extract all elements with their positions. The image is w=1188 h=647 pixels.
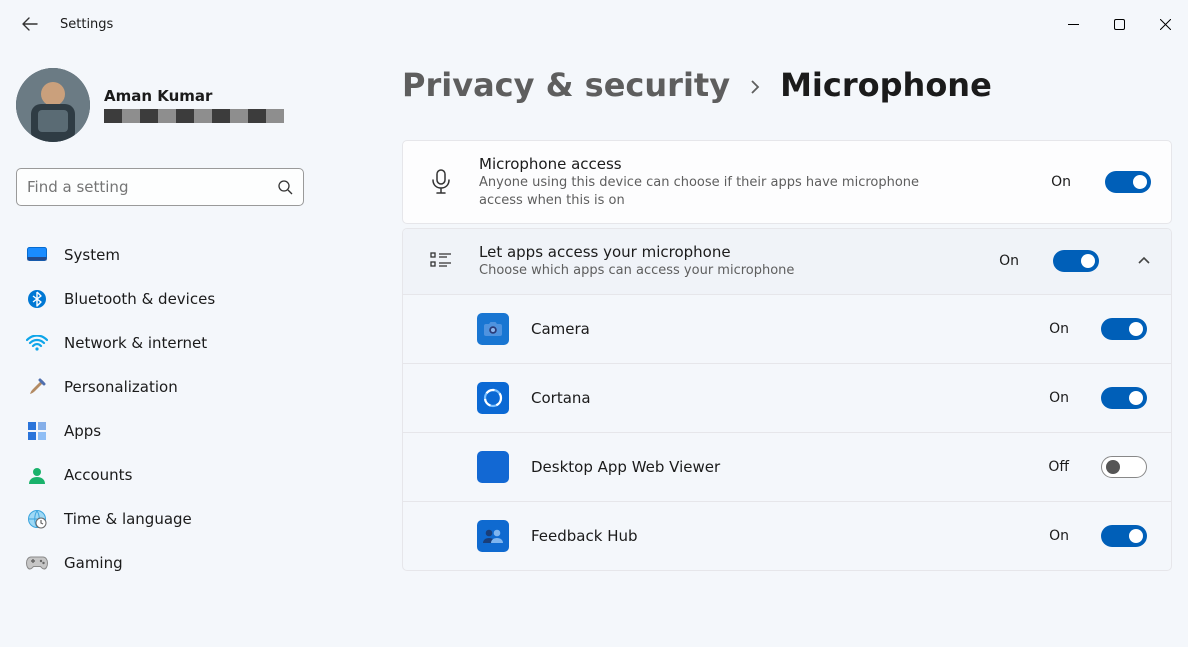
setting-title: Let apps access your microphone <box>479 243 975 261</box>
search-icon <box>277 179 293 195</box>
cortana-app-icon <box>477 382 509 414</box>
avatar <box>16 68 90 142</box>
sidebar-item-label: Network & internet <box>64 334 207 352</box>
chevron-up-icon <box>1137 252 1151 271</box>
toggle-state-label: On <box>1049 321 1069 337</box>
breadcrumb-parent[interactable]: Privacy & security <box>402 66 730 104</box>
feedback-hub-app-icon <box>477 520 509 552</box>
sidebar-item-label: System <box>64 246 120 264</box>
chevron-right-icon <box>748 75 762 99</box>
sidebar: Aman Kumar System Bluetooth & devices Ne… <box>0 48 320 647</box>
sidebar-item-label: Bluetooth & devices <box>64 290 215 308</box>
window-controls <box>1050 8 1188 40</box>
search-input[interactable] <box>27 178 277 196</box>
close-button[interactable] <box>1142 8 1188 40</box>
sidebar-item-label: Gaming <box>64 554 123 572</box>
user-email-obscured <box>104 109 284 123</box>
app-name: Camera <box>531 320 1027 338</box>
app-toggle-desktop-web-viewer[interactable] <box>1101 456 1147 478</box>
toggle-state-label: On <box>1049 390 1069 406</box>
setting-microphone-access: Microphone access Anyone using this devi… <box>402 140 1172 224</box>
sidebar-item-personalization[interactable]: Personalization <box>16 366 304 408</box>
account-profile[interactable]: Aman Kumar <box>16 68 304 142</box>
web-viewer-app-icon <box>477 451 509 483</box>
sidebar-item-label: Time & language <box>64 510 192 528</box>
app-toggle-cortana[interactable] <box>1101 387 1147 409</box>
toggle-state-label: Off <box>1048 459 1069 475</box>
clock-globe-icon <box>26 508 48 530</box>
paintbrush-icon <box>26 376 48 398</box>
sidebar-item-label: Personalization <box>64 378 178 396</box>
nav: System Bluetooth & devices Network & int… <box>16 234 304 584</box>
minimize-icon <box>1068 19 1079 30</box>
setting-subtitle: Choose which apps can access your microp… <box>479 262 949 280</box>
app-row-feedback-hub: Feedback Hub On <box>403 501 1171 570</box>
app-row-desktop-web-viewer: Desktop App Web Viewer Off <box>403 432 1171 501</box>
maximize-icon <box>1114 19 1125 30</box>
gamepad-icon <box>26 552 48 574</box>
window-title: Settings <box>60 17 113 32</box>
system-icon <box>26 244 48 266</box>
bluetooth-icon <box>26 288 48 310</box>
sidebar-item-accounts[interactable]: Accounts <box>16 454 304 496</box>
setting-subtitle: Anyone using this device can choose if t… <box>479 174 949 209</box>
app-toggle-feedback-hub[interactable] <box>1101 525 1147 547</box>
breadcrumb: Privacy & security Microphone <box>402 66 1172 104</box>
microphone-access-toggle[interactable] <box>1105 171 1151 193</box>
app-toggle-camera[interactable] <box>1101 318 1147 340</box>
camera-app-icon <box>477 313 509 345</box>
microphone-icon <box>427 169 455 195</box>
sidebar-item-gaming[interactable]: Gaming <box>16 542 304 584</box>
close-icon <box>1160 19 1171 30</box>
app-name: Feedback Hub <box>531 527 1027 545</box>
app-name: Cortana <box>531 389 1027 407</box>
title-bar: Settings <box>0 0 1188 48</box>
setting-apps-access: Let apps access your microphone Choose w… <box>402 228 1172 571</box>
user-name: Aman Kumar <box>104 87 284 105</box>
apps-icon <box>26 420 48 442</box>
apps-access-header[interactable]: Let apps access your microphone Choose w… <box>403 229 1171 294</box>
app-row-cortana: Cortana On <box>403 363 1171 432</box>
toggle-state-label: On <box>1051 174 1071 190</box>
sidebar-item-apps[interactable]: Apps <box>16 410 304 452</box>
person-icon <box>26 464 48 486</box>
maximize-button[interactable] <box>1096 8 1142 40</box>
sidebar-item-label: Apps <box>64 422 101 440</box>
app-name: Desktop App Web Viewer <box>531 458 1026 476</box>
back-button[interactable] <box>14 8 46 40</box>
wifi-icon <box>26 332 48 354</box>
sidebar-item-bluetooth[interactable]: Bluetooth & devices <box>16 278 304 320</box>
apps-access-toggle[interactable] <box>1053 250 1099 272</box>
app-row-camera: Camera On <box>403 294 1171 363</box>
sidebar-item-time-language[interactable]: Time & language <box>16 498 304 540</box>
toggle-state-label: On <box>1049 528 1069 544</box>
sidebar-item-label: Accounts <box>64 466 132 484</box>
content: Privacy & security Microphone Microphone… <box>320 48 1188 647</box>
arrow-left-icon <box>22 16 38 32</box>
list-details-icon <box>427 252 455 270</box>
breadcrumb-current: Microphone <box>780 66 992 104</box>
setting-title: Microphone access <box>479 155 1027 173</box>
sidebar-item-network[interactable]: Network & internet <box>16 322 304 364</box>
minimize-button[interactable] <box>1050 8 1096 40</box>
sidebar-item-system[interactable]: System <box>16 234 304 276</box>
search-box[interactable] <box>16 168 304 206</box>
toggle-state-label: On <box>999 253 1019 269</box>
